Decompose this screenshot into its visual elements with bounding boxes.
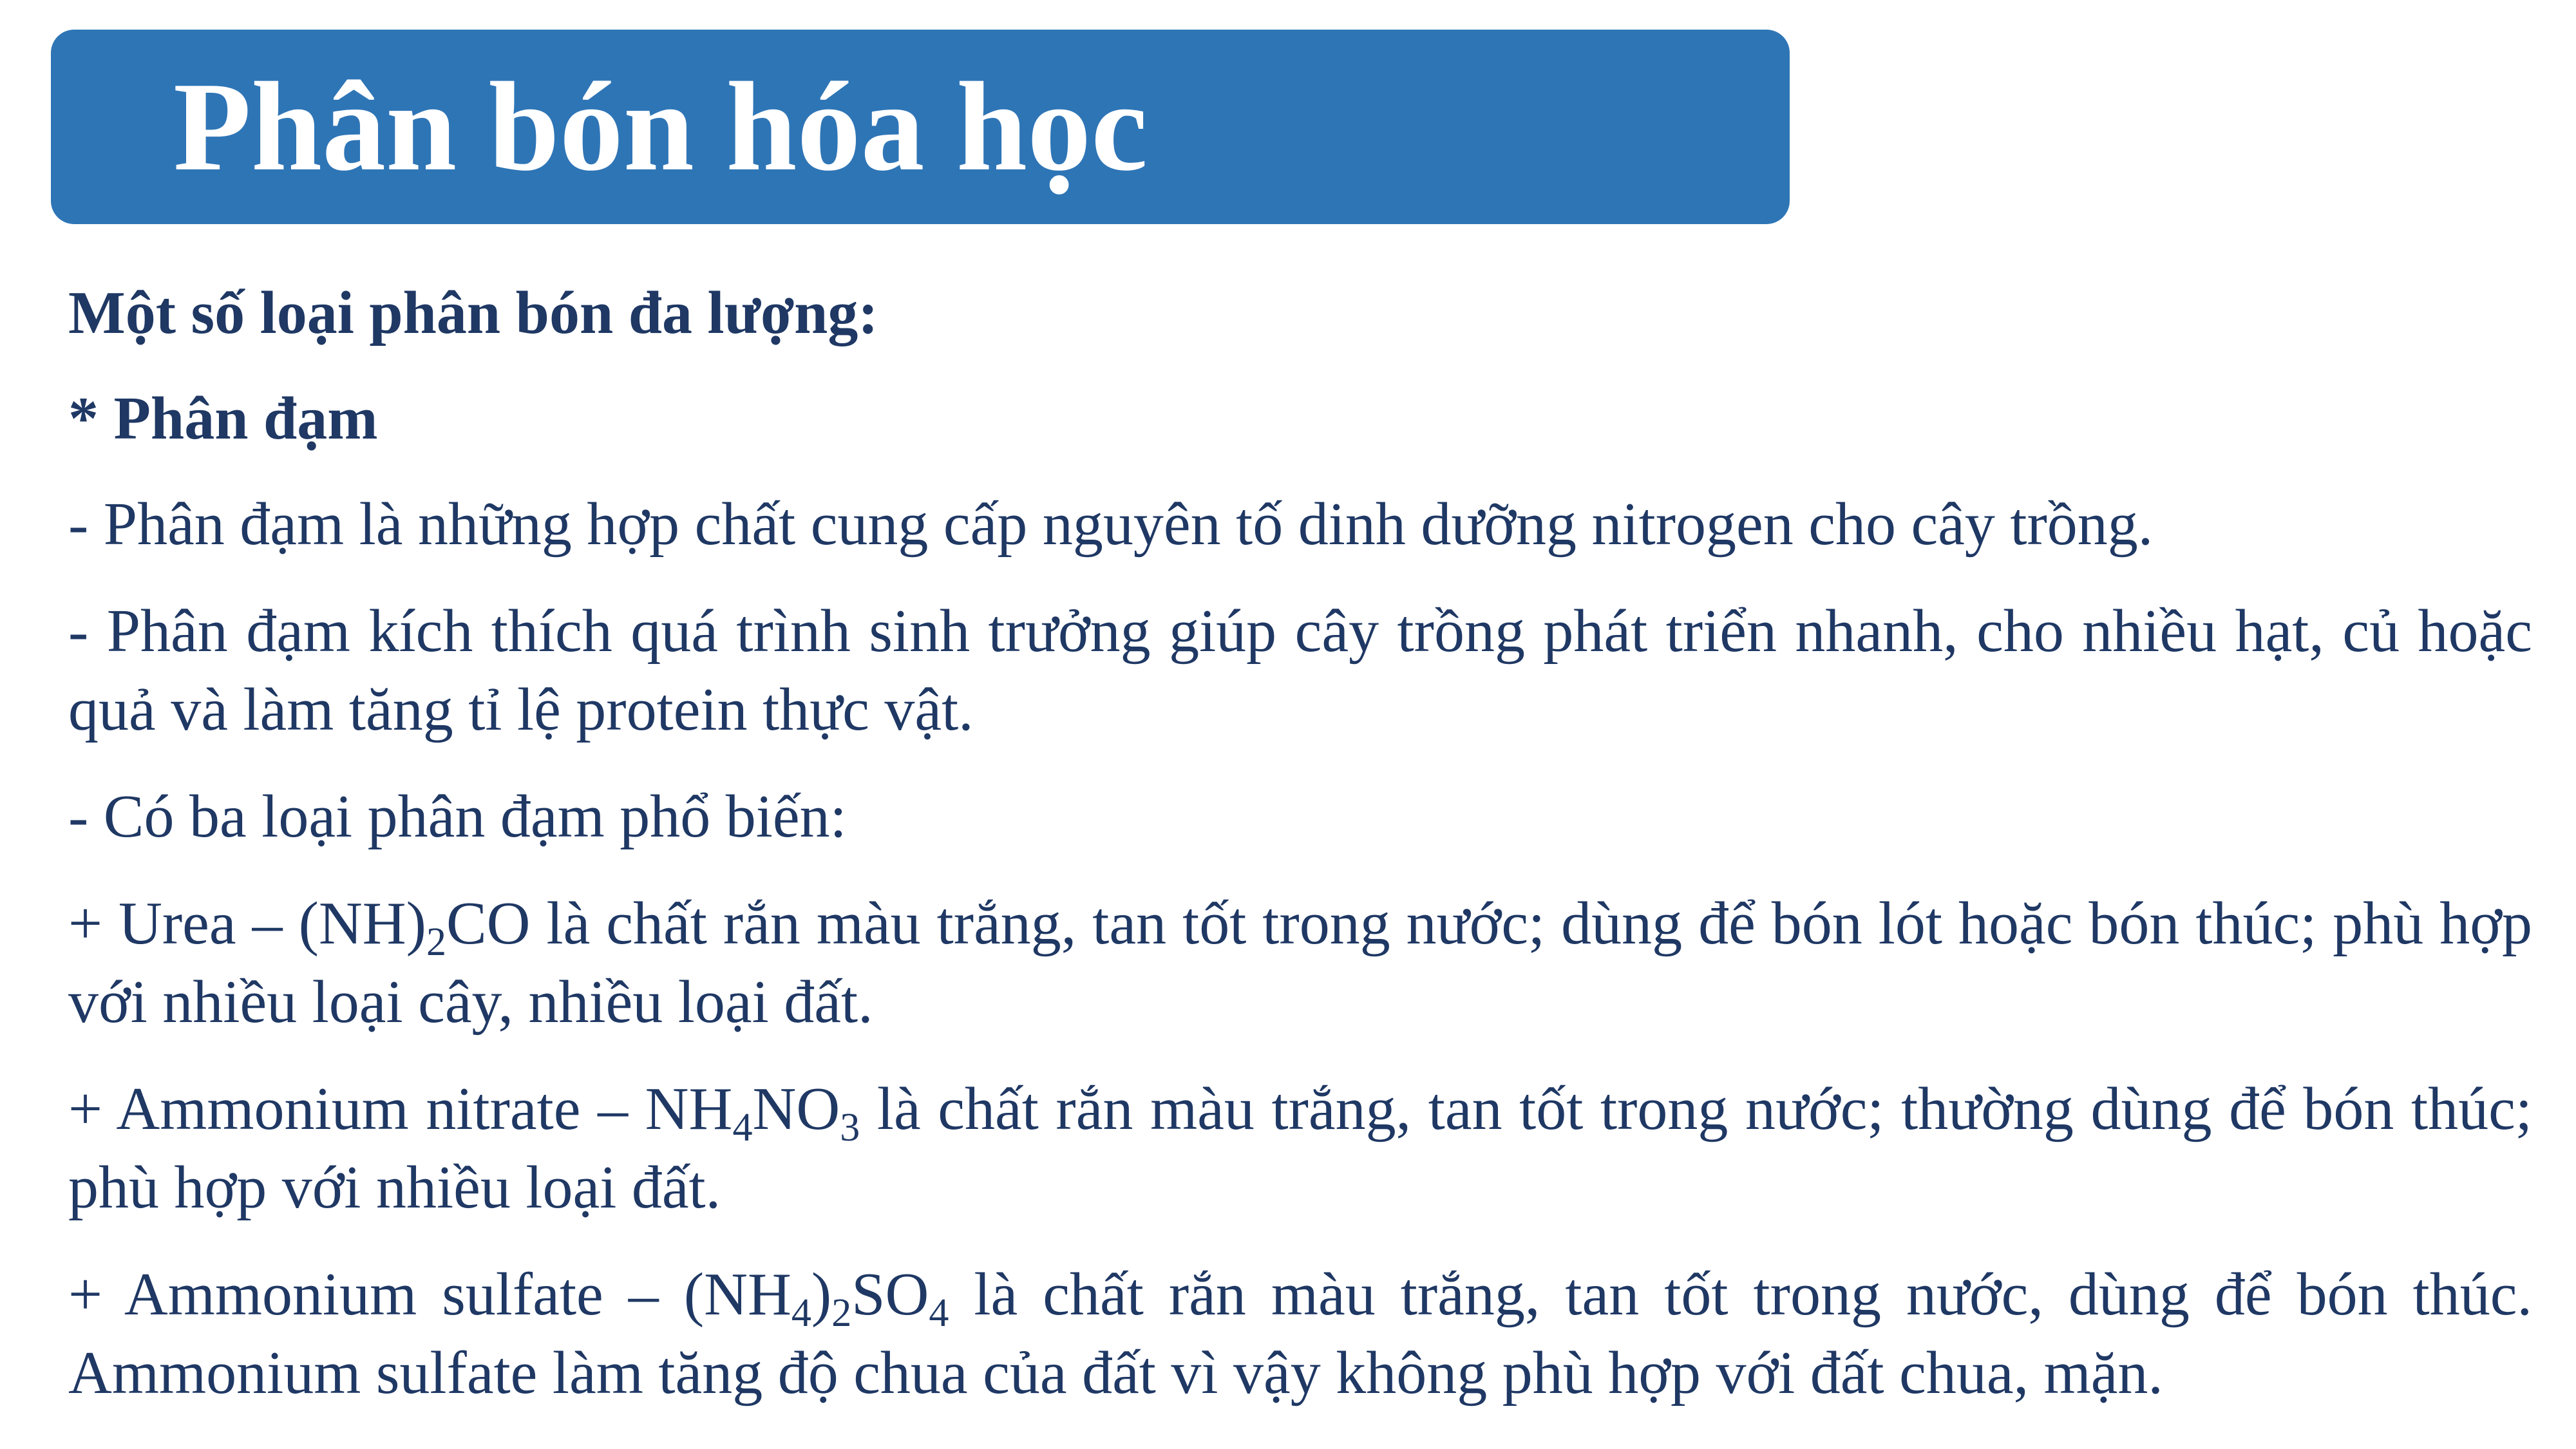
sulfate-formula-mid-1: ) bbox=[811, 1261, 832, 1328]
section-heading: Một số loại phân bón đa lượng: bbox=[68, 279, 878, 346]
nitrate-formula-mid: NO bbox=[752, 1075, 840, 1142]
title-banner: Phân bón hóa học bbox=[51, 30, 1790, 224]
urea-subscript: 2 bbox=[426, 920, 446, 964]
subsection-heading: * Phân đạm bbox=[68, 385, 378, 452]
sulfate-subscript-3: 4 bbox=[929, 1291, 949, 1335]
nitrate-prefix: + Ammonium nitrate – NH bbox=[68, 1075, 733, 1142]
nitrate-subscript-1: 4 bbox=[732, 1106, 753, 1150]
paragraph-definition: - Phân đạm là những hợp chất cung cấp ng… bbox=[68, 491, 2154, 558]
urea-prefix: + Urea – (NH) bbox=[68, 890, 426, 957]
urea-text: CO là chất rắn màu trắng, tan tốt trong … bbox=[68, 890, 2532, 1036]
sulfate-formula-mid-2: SO bbox=[851, 1261, 929, 1328]
nitrate-subscript-2: 3 bbox=[840, 1106, 860, 1150]
paragraph-urea: + Urea – (NH)2CO là chất rắn màu trắng, … bbox=[68, 884, 2532, 1041]
sulfate-subscript-2: 2 bbox=[831, 1291, 852, 1335]
slide-title: Phân bón hóa học bbox=[173, 56, 1148, 197]
paragraph-ammonium-sulfate: + Ammonium sulfate – (NH4)2SO4 là chất r… bbox=[68, 1255, 2532, 1412]
paragraph-effects: - Phân đạm kích thích quá trình sinh trư… bbox=[68, 598, 2532, 743]
sulfate-prefix: + Ammonium sulfate – (NH bbox=[68, 1261, 791, 1328]
paragraph-ammonium-nitrate: + Ammonium nitrate – NH4NO3 là chất rắn … bbox=[68, 1070, 2532, 1227]
sulfate-subscript-1: 4 bbox=[791, 1291, 811, 1335]
slide-body: Một số loại phân bón đa lượng: * Phân đạ… bbox=[68, 274, 2532, 1441]
paragraph-types-intro: - Có ba loại phân đạm phổ biến: bbox=[68, 783, 847, 850]
